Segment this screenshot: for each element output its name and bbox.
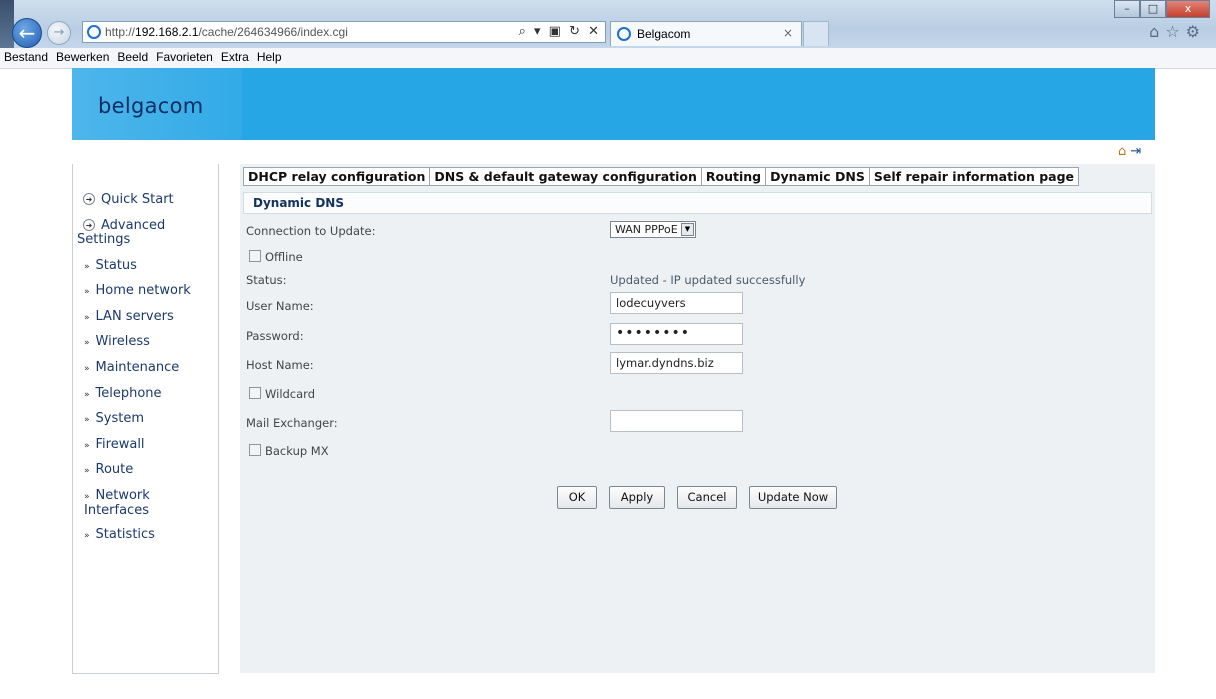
new-tab-button[interactable] xyxy=(803,21,829,46)
sidebar-item-system[interactable]: » System xyxy=(84,412,144,427)
apply-button[interactable]: Apply xyxy=(609,486,665,509)
connection-select[interactable]: WAN PPPoE ▼ xyxy=(610,221,696,238)
mail-exchanger-input[interactable] xyxy=(610,410,743,432)
offline-checkbox[interactable] xyxy=(249,250,261,262)
section-title: Dynamic DNS xyxy=(253,196,344,210)
logout-icon[interactable]: ⇥ xyxy=(1130,144,1141,159)
menu-favorieten[interactable]: Favorieten xyxy=(152,48,217,64)
close-window-button[interactable]: x xyxy=(1166,0,1210,18)
circle-arrow-icon: ➜ xyxy=(83,193,95,205)
tab-routing[interactable]: Routing xyxy=(700,167,767,186)
sidebar-item-firewall[interactable]: » Firewall xyxy=(84,438,145,453)
window-controls: – □ x xyxy=(1114,0,1210,18)
dropdown-arrow-icon[interactable]: ▼ xyxy=(681,223,694,236)
menu-bar: Bestand Bewerken Beeld Favorieten Extra Help xyxy=(0,48,1216,69)
hostname-label: Host Name: xyxy=(246,358,314,372)
tab-dhcp-relay[interactable]: DHCP relay configuration xyxy=(243,167,431,186)
minimize-button[interactable]: – xyxy=(1114,0,1140,18)
home-favorites-tools-icons[interactable]: ⌂☆⚙ xyxy=(1149,22,1206,41)
tab-self-repair[interactable]: Self repair information page xyxy=(868,167,1080,186)
mail-exchanger-label: Mail Exchanger: xyxy=(246,416,338,430)
tab-dns-gateway[interactable]: DNS & default gateway configuration xyxy=(429,167,702,186)
menu-beeld[interactable]: Beeld xyxy=(113,48,152,64)
wildcard-checkbox[interactable] xyxy=(249,387,261,399)
password-input[interactable]: •••••••• xyxy=(610,323,743,345)
browser-tab-belgacom[interactable]: Belgacom × xyxy=(610,21,802,46)
sidebar-item-advanced-settings[interactable]: ➜ Advanced Settings xyxy=(77,219,165,247)
section-header: Dynamic DNS xyxy=(243,192,1152,214)
back-button[interactable]: ← xyxy=(12,18,42,48)
update-now-button[interactable]: Update Now xyxy=(749,486,837,509)
offline-label: Offline xyxy=(265,250,303,264)
connection-value: WAN PPPoE xyxy=(615,223,678,236)
sidebar-item-quick-start[interactable]: ➜ Quick Start xyxy=(83,192,174,207)
username-label: User Name: xyxy=(246,299,314,313)
menu-extra[interactable]: Extra xyxy=(217,48,253,64)
forward-button[interactable]: → xyxy=(47,21,71,45)
status-label: Status: xyxy=(246,273,287,287)
sidebar-item-route[interactable]: » Route xyxy=(84,463,133,478)
tab-title: Belgacom xyxy=(637,27,691,41)
backup-mx-label: Backup MX xyxy=(265,444,329,458)
hostname-input[interactable]: lymar.dyndns.biz xyxy=(610,352,743,374)
circle-arrow-icon: ➜ xyxy=(83,219,95,231)
belgacom-logo: belgacom xyxy=(72,68,242,140)
sidebar-item-wireless[interactable]: » Wireless xyxy=(84,335,150,350)
sidebar-item-telephone[interactable]: » Telephone xyxy=(84,387,162,402)
top-icons: ⌂ ⇥ xyxy=(1118,144,1141,159)
menu-help[interactable]: Help xyxy=(253,48,286,64)
status-value: Updated - IP updated successfully xyxy=(610,273,806,287)
maximize-button[interactable]: □ xyxy=(1140,0,1166,18)
window-edge xyxy=(0,0,14,48)
tab-dynamic-dns[interactable]: Dynamic DNS xyxy=(765,167,870,186)
password-label: Password: xyxy=(246,329,304,343)
ie-tab-icon xyxy=(617,27,631,41)
address-url[interactable]: http://192.168.2.1/cache/264634966/index… xyxy=(105,25,348,39)
sidebar-item-lan-servers[interactable]: » LAN servers xyxy=(84,310,174,325)
tab-close-icon[interactable]: × xyxy=(783,26,793,40)
ok-button[interactable]: OK xyxy=(557,486,597,509)
sidebar-item-statistics[interactable]: » Statistics xyxy=(84,528,155,543)
wildcard-label: Wildcard xyxy=(265,387,316,401)
address-controls[interactable]: ⌕ ▾ ▣ ↻ ✕ xyxy=(519,24,601,39)
ie-page-icon xyxy=(87,25,101,39)
address-bar[interactable]: http://192.168.2.1/cache/264634966/index… xyxy=(82,21,606,43)
menu-bewerken[interactable]: Bewerken xyxy=(52,48,113,64)
sidebar-item-home-network[interactable]: » Home network xyxy=(84,284,191,299)
username-input[interactable]: lodecuyvers xyxy=(610,292,743,314)
backup-mx-checkbox[interactable] xyxy=(249,444,261,456)
connection-label: Connection to Update: xyxy=(246,224,376,238)
cancel-button[interactable]: Cancel xyxy=(677,486,737,509)
sidebar-item-maintenance[interactable]: » Maintenance xyxy=(84,361,179,376)
menu-bestand[interactable]: Bestand xyxy=(0,48,52,64)
sidebar-item-status[interactable]: » Status xyxy=(84,259,137,274)
header-banner: belgacom xyxy=(72,68,1155,140)
browser-toolbar: ← → http://192.168.2.1/cache/264634966/i… xyxy=(0,0,1216,48)
config-tabs: DHCP relay configuration DNS & default ga… xyxy=(243,167,1080,186)
home-icon[interactable]: ⌂ xyxy=(1118,144,1126,159)
sidebar-item-network-interfaces[interactable]: » Network Interfaces xyxy=(84,489,150,518)
